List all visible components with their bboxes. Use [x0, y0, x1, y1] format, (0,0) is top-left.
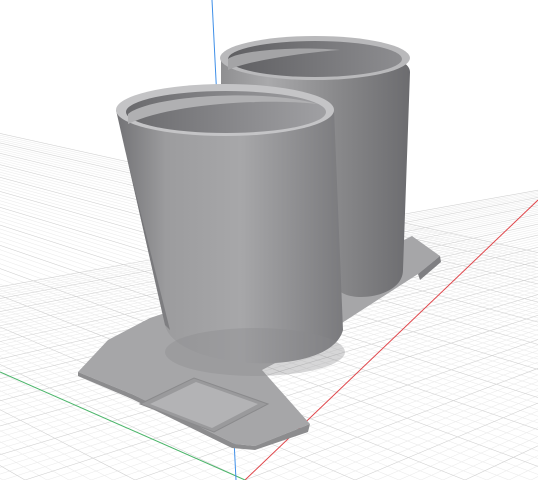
cup-front-bottom-shadow: [165, 328, 345, 376]
grid-line: [0, 409, 136, 480]
grid-line: [0, 477, 4, 480]
grid-line: [442, 436, 538, 480]
viewport-canvas[interactable]: [0, 0, 538, 480]
3d-viewport[interactable]: [0, 0, 538, 480]
grid-line: [508, 465, 538, 480]
grid-line: [0, 452, 48, 480]
